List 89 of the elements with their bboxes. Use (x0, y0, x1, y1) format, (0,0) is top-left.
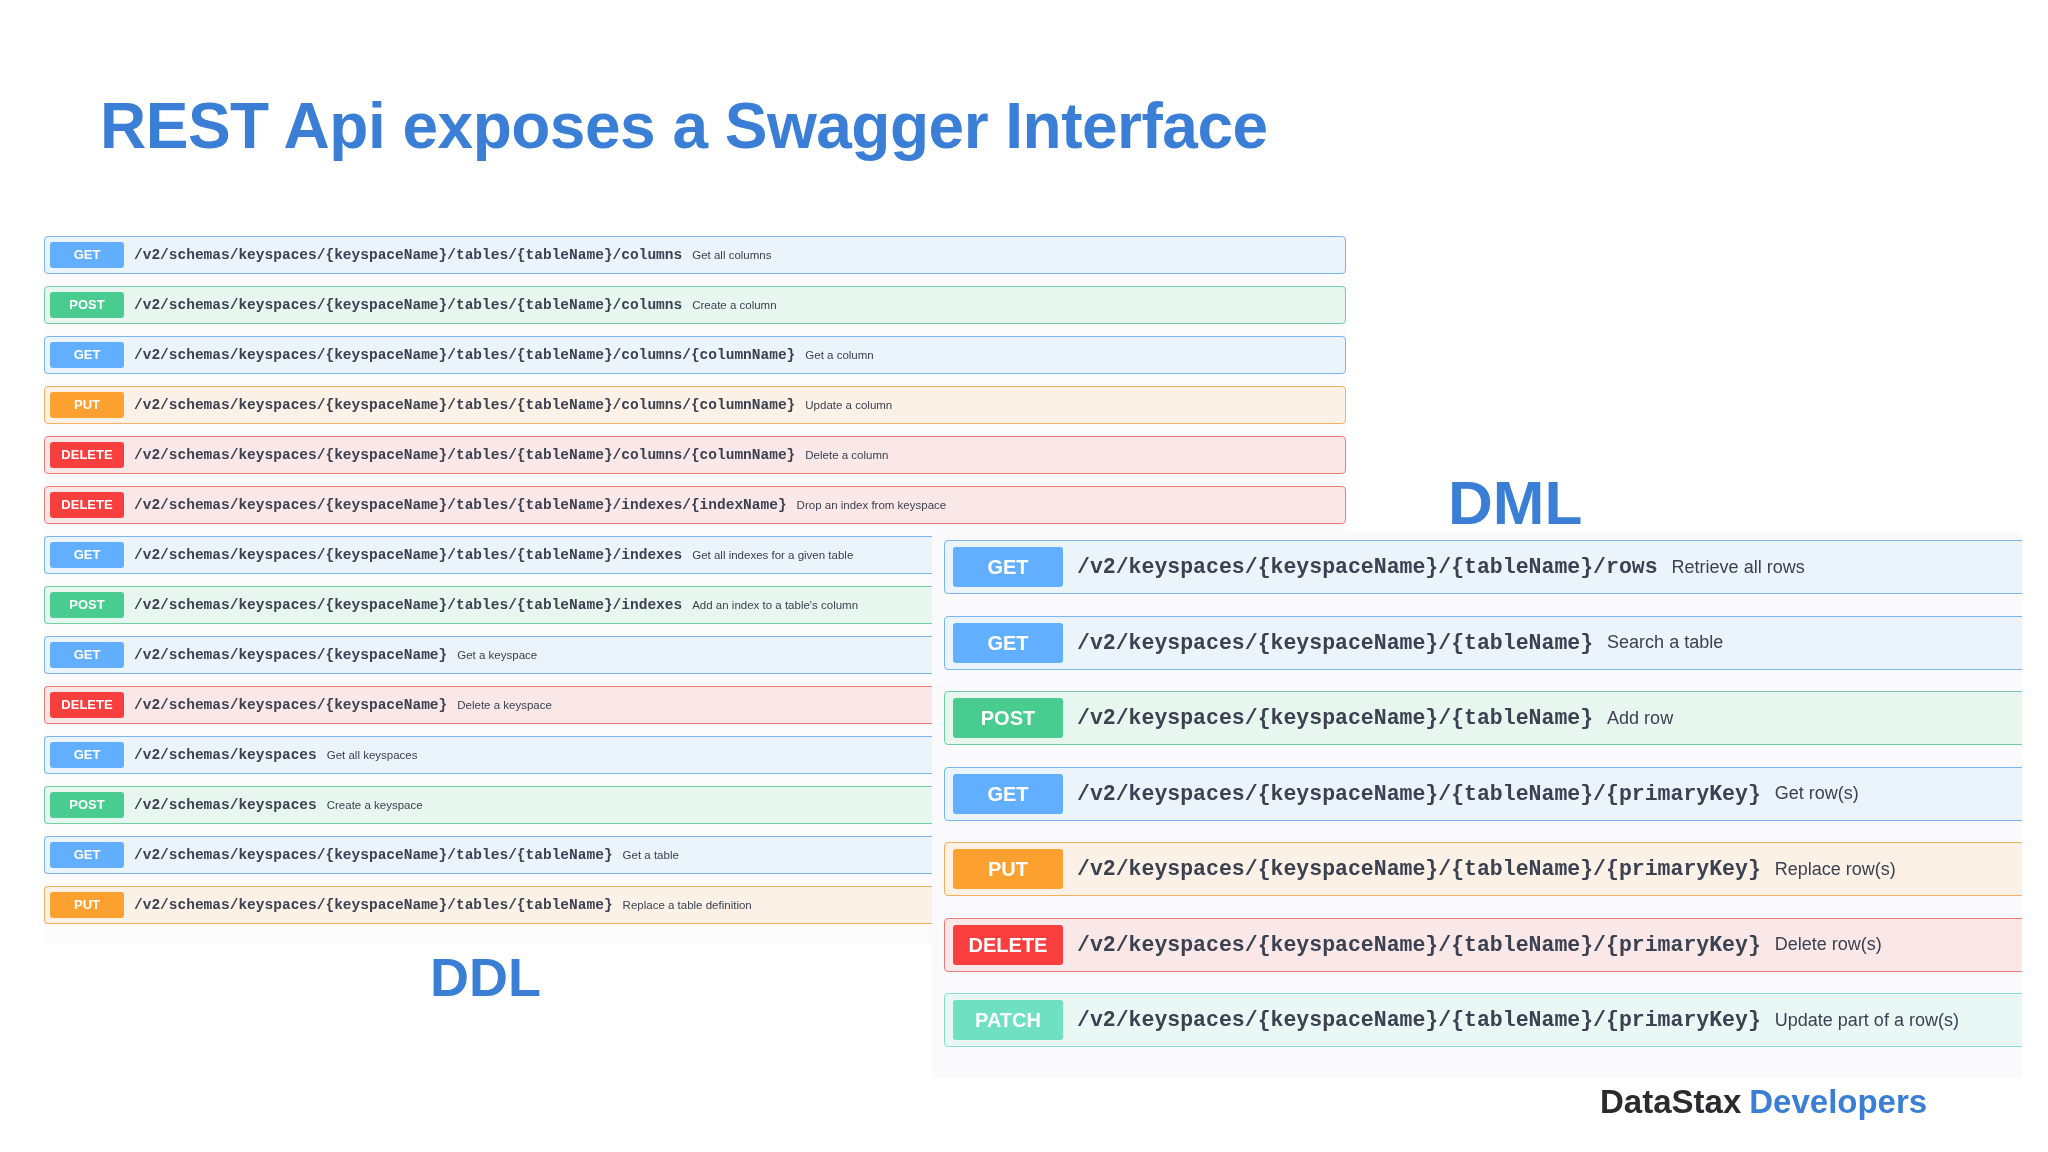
endpoint-row[interactable]: GET /v2/keyspaces/{keyspaceName}/{tableName}/rows Retrieve all rows (944, 540, 2022, 594)
endpoint-row[interactable]: POST /v2/schemas/keyspaces Create a keyspace (44, 786, 932, 824)
endpoint-row[interactable]: POST /v2/keyspaces/{keyspaceName}/{tableName} Add row (944, 691, 2022, 745)
method-badge: GET (50, 842, 124, 868)
method-badge: DELETE (50, 692, 124, 718)
endpoint-summary: Get a keyspace (457, 649, 538, 661)
method-badge: GET (953, 622, 1063, 663)
endpoint-path: /v2/keyspaces/{keyspaceName}/{tableName}/rows (1077, 555, 1658, 579)
endpoint-row[interactable]: POST /v2/schemas/keyspaces/{keyspaceName}/tables/{tableName}/columns Create a column (44, 286, 1346, 324)
method-badge: GET (953, 547, 1063, 587)
endpoint-path: /v2/keyspaces/{keyspaceName}/{tableName}/{primaryKey} (1077, 781, 1761, 806)
method-badge: POST (50, 592, 124, 618)
endpoint-path: /v2/keyspaces/{keyspaceName}/{tableName} (1077, 630, 1594, 655)
endpoint-summary: Delete a column (805, 449, 889, 461)
method-badge: GET (953, 773, 1063, 814)
method-badge: DELETE (50, 442, 124, 468)
endpoint-row[interactable]: GET /v2/schemas/keyspaces Get all keyspaces (44, 736, 932, 774)
method-badge: POST (50, 292, 124, 318)
brand-name: DataStax (1600, 1082, 1742, 1122)
endpoint-summary: Create a keyspace (326, 799, 423, 811)
endpoint-path: /v2/keyspaces/{keyspaceName}/{tableName}/{primaryKey} (1077, 1008, 1761, 1032)
endpoint-row[interactable]: GET /v2/schemas/keyspaces/{keyspaceName}/tables/{tableName}/indexes Get all indexes for a given table (44, 536, 932, 574)
endpoint-summary: Update part of a row(s) (1774, 1009, 1959, 1031)
endpoint-path: /v2/schemas/keyspaces/{keyspaceName}/tables/{tableName} (134, 897, 613, 913)
endpoint-row[interactable]: POST /v2/schemas/keyspaces/{keyspaceName}/tables/{tableName}/indexes Add an index to a table's column (44, 586, 932, 624)
endpoint-path: /v2/schemas/keyspaces (134, 747, 317, 763)
method-badge: GET (50, 242, 124, 268)
endpoint-row[interactable]: GET /v2/keyspaces/{keyspaceName}/{tableName}/{primaryKey} Get row(s) (944, 766, 2022, 821)
endpoint-path: /v2/schemas/keyspaces/{keyspaceName}/tables/{tableName}/indexes (134, 597, 683, 613)
endpoint-summary: Search a table (1607, 632, 1724, 653)
section-label: DML (1448, 468, 1583, 538)
endpoint-row[interactable]: DELETE /v2/schemas/keyspaces/{keyspaceName}/tables/{tableName}/indexes/{indexName} Drop an index from keyspace (44, 486, 1346, 524)
endpoint-path: /v2/schemas/keyspaces/{keyspaceName}/tables/{tableName}/columns (134, 297, 683, 313)
endpoint-row[interactable]: DELETE /v2/schemas/keyspaces/{keyspaceName}/tables/{tableName}/columns/{columnName} Delete a column (44, 436, 1346, 474)
endpoint-summary: Delete a keyspace (457, 699, 552, 711)
endpoint-summary: Drop an index from keyspace (796, 499, 947, 511)
endpoint-path: /v2/schemas/keyspaces/{keyspaceName}/tables/{tableName} (134, 847, 613, 863)
slide-title: REST Api exposes a Swagger Interface (99, 89, 1269, 164)
endpoint-summary: Replace a table definition (622, 899, 752, 911)
endpoint-path: /v2/schemas/keyspaces/{keyspaceName}/tables/{tableName}/columns (134, 247, 683, 263)
endpoint-row[interactable]: DELETE /v2/keyspaces/{keyspaceName}/{tableName}/{primaryKey} Delete row(s) (944, 917, 2022, 972)
method-badge: GET (50, 342, 124, 368)
endpoint-path: /v2/schemas/keyspaces (134, 797, 317, 813)
endpoint-path: /v2/keyspaces/{keyspaceName}/{tableName}/{primaryKey} (1077, 857, 1761, 881)
method-badge: PATCH (953, 1000, 1063, 1040)
endpoint-path: /v2/schemas/keyspaces/{keyspaceName}/tables/{tableName}/columns/{columnName} (134, 447, 796, 463)
endpoint-row[interactable]: PUT /v2/keyspaces/{keyspaceName}/{tableName}/{primaryKey} Replace row(s) (944, 842, 2022, 896)
endpoint-summary: Add an index to a table's column (692, 599, 859, 611)
endpoint-row[interactable]: GET /v2/schemas/keyspaces/{keyspaceName}/tables/{tableName}/columns Get all columns (44, 236, 1346, 274)
method-badge: GET (50, 742, 124, 768)
method-badge: GET (50, 542, 124, 568)
method-badge: DELETE (50, 492, 124, 518)
endpoint-summary: Get a table (622, 849, 679, 861)
endpoint-summary: Get all keyspaces (326, 749, 418, 761)
endpoint-path: /v2/schemas/keyspaces/{keyspaceName} (134, 697, 448, 713)
endpoint-summary: Add row (1607, 707, 1674, 729)
method-badge: PUT (50, 892, 124, 918)
endpoint-path: /v2/schemas/keyspaces/{keyspaceName}/tables/{tableName}/columns/{columnName} (134, 397, 796, 413)
endpoint-summary: Update a column (805, 399, 893, 411)
endpoint-row[interactable]: PUT /v2/schemas/keyspaces/{keyspaceName}/tables/{tableName} Replace a table definition (44, 886, 932, 924)
method-badge: DELETE (953, 924, 1063, 965)
method-badge: POST (50, 792, 124, 818)
method-badge: GET (50, 642, 124, 668)
section-label: DDL (430, 946, 541, 1008)
endpoint-row[interactable]: DELETE /v2/schemas/keyspaces/{keyspaceName} Delete a keyspace (44, 686, 932, 724)
endpoint-path: /v2/schemas/keyspaces/{keyspaceName}/tables/{tableName}/indexes (134, 547, 683, 563)
endpoint-path: /v2/schemas/keyspaces/{keyspaceName}/tables/{tableName}/indexes/{indexName} (134, 497, 787, 513)
endpoint-path: /v2/schemas/keyspaces/{keyspaceName} (134, 647, 448, 663)
endpoint-summary: Get a column (805, 349, 874, 361)
brand-suffix: Developers (1749, 1082, 1928, 1122)
endpoint-summary: Create a column (692, 299, 777, 311)
endpoint-row[interactable]: PATCH /v2/keyspaces/{keyspaceName}/{tableName}/{primaryKey} Update part of a row(s) (944, 993, 2022, 1047)
endpoint-summary: Get all indexes for a given table (692, 549, 854, 561)
endpoint-row[interactable]: GET /v2/schemas/keyspaces/{keyspaceName} Get a keyspace (44, 636, 932, 674)
endpoint-path: /v2/keyspaces/{keyspaceName}/{tableName} (1077, 706, 1594, 730)
endpoint-summary: Replace row(s) (1774, 858, 1896, 880)
endpoint-summary: Retrieve all rows (1671, 556, 1805, 578)
endpoint-summary: Delete row(s) (1774, 934, 1882, 955)
endpoint-row[interactable]: GET /v2/keyspaces/{keyspaceName}/{tableName} Search a table (944, 615, 2022, 670)
endpoint-summary: Get row(s) (1774, 783, 1859, 804)
endpoint-row[interactable]: GET /v2/schemas/keyspaces/{keyspaceName}/tables/{tableName} Get a table (44, 836, 932, 874)
endpoint-row[interactable]: GET /v2/schemas/keyspaces/{keyspaceName}/tables/{tableName}/columns/{columnName} Get a column (44, 336, 1346, 374)
endpoint-path: /v2/schemas/keyspaces/{keyspaceName}/tables/{tableName}/columns/{columnName} (134, 347, 796, 363)
method-badge: POST (953, 698, 1063, 738)
endpoint-path: /v2/keyspaces/{keyspaceName}/{tableName}/{primaryKey} (1077, 932, 1761, 957)
endpoint-summary: Get all columns (692, 249, 772, 261)
method-badge: PUT (953, 849, 1063, 889)
method-badge: PUT (50, 392, 124, 418)
endpoint-row[interactable]: PUT /v2/schemas/keyspaces/{keyspaceName}/tables/{tableName}/columns/{columnName} Update a column (44, 386, 1346, 424)
